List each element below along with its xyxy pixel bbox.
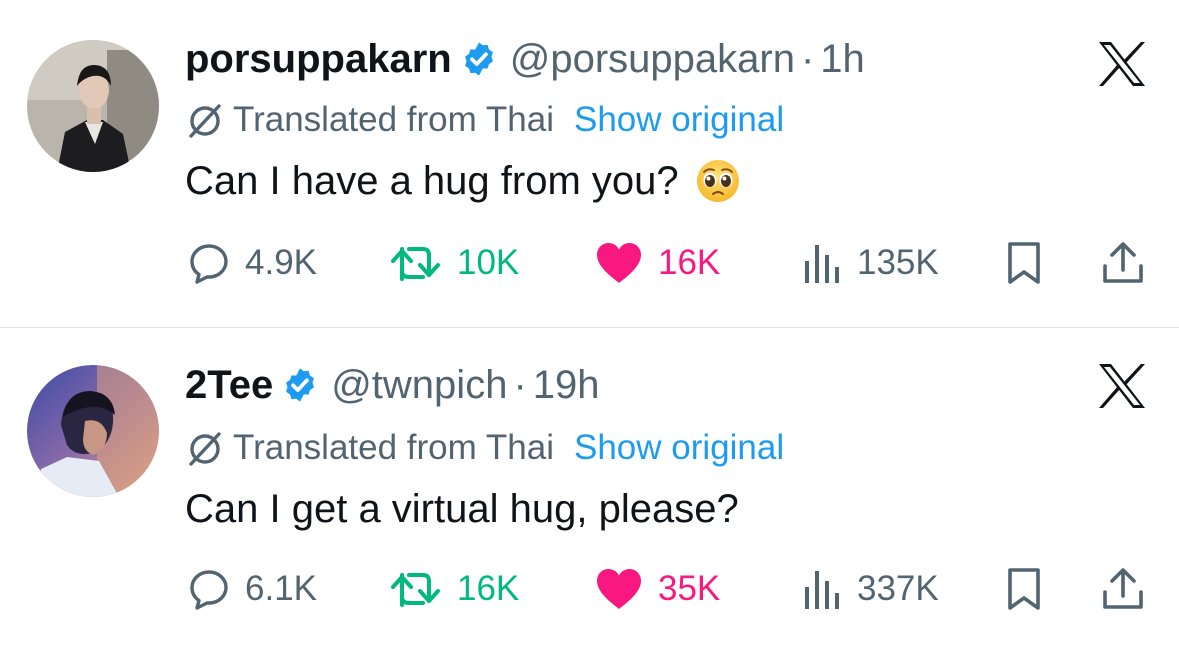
share-button[interactable]	[1100, 564, 1146, 614]
action-bar: 4.9K 10K 16K 135K	[0, 238, 1179, 288]
bookmark-button[interactable]	[1004, 564, 1044, 614]
display-name[interactable]: 2Tee	[185, 363, 273, 408]
timestamp[interactable]: 1h	[820, 37, 865, 82]
tweet-text: Can I have a hug from you?	[185, 154, 741, 208]
user-handle[interactable]: @porsuppakarn	[510, 37, 795, 82]
action-bar: 6.1K 16K 35K 337K	[0, 564, 1179, 614]
tweet-card[interactable]: 2Tee @twnpich · 19h Translated from Thai…	[0, 328, 1179, 645]
repost-icon	[391, 573, 440, 607]
repost-button[interactable]: 16K	[389, 564, 519, 614]
tweet-body: Can I get a virtual hug, please?	[185, 486, 739, 531]
separator-dot: ·	[513, 362, 527, 407]
show-original-link[interactable]: Show original	[574, 100, 784, 140]
like-count: 35K	[658, 569, 721, 608]
timestamp[interactable]: 19h	[533, 363, 600, 408]
views-button[interactable]: 135K	[803, 238, 939, 288]
repost-icon	[391, 247, 440, 281]
avatar[interactable]	[27, 365, 159, 497]
bookmark-icon	[1008, 242, 1040, 284]
reply-count: 4.9K	[245, 243, 317, 282]
heart-icon	[597, 569, 641, 609]
reply-count: 6.1K	[245, 569, 317, 608]
avatar[interactable]	[27, 40, 159, 172]
views-chart-icon	[805, 245, 839, 283]
show-original-link[interactable]: Show original	[574, 428, 784, 468]
verified-badge-icon	[464, 42, 493, 76]
heart-icon	[597, 243, 641, 283]
views-count: 337K	[857, 569, 939, 608]
translation-bar: Translated from Thai Show original	[185, 98, 784, 142]
like-button[interactable]: 35K	[594, 564, 720, 614]
separator-dot: ·	[800, 36, 815, 81]
tweet-header: porsuppakarn @porsuppakarn · 1h	[185, 34, 865, 84]
translation-bar: Translated from Thai Show original	[185, 426, 784, 470]
x-logo-icon[interactable]	[1097, 40, 1147, 88]
translated-label: Translated from Thai	[233, 100, 554, 139]
tweet-body: Can I have a hug from you?	[185, 158, 679, 203]
bookmark-button[interactable]	[1004, 238, 1044, 288]
like-button[interactable]: 16K	[594, 238, 720, 288]
share-button[interactable]	[1100, 238, 1146, 288]
repost-count: 16K	[457, 569, 520, 608]
repost-count: 10K	[457, 243, 520, 282]
repost-button[interactable]: 10K	[389, 238, 519, 288]
tweet-text: Can I get a virtual hug, please?	[185, 482, 739, 536]
x-logo-icon[interactable]	[1097, 362, 1147, 410]
display-name[interactable]: porsuppakarn	[185, 37, 452, 82]
user-handle[interactable]: @twnpich	[331, 363, 507, 408]
translate-off-icon	[189, 104, 221, 138]
reply-icon	[190, 570, 228, 610]
verified-badge-icon	[286, 368, 315, 402]
like-count: 16K	[658, 243, 721, 282]
pleading-face-emoji-icon	[696, 160, 739, 202]
translate-off-icon	[189, 432, 221, 466]
views-count: 135K	[857, 243, 939, 282]
reply-button[interactable]: 4.9K	[187, 238, 317, 288]
views-button[interactable]: 337K	[803, 564, 939, 614]
reply-button[interactable]: 6.1K	[187, 564, 317, 614]
share-icon	[1103, 568, 1143, 609]
reply-icon	[190, 244, 228, 284]
views-chart-icon	[805, 571, 839, 609]
translated-label: Translated from Thai	[233, 428, 554, 467]
share-icon	[1103, 242, 1143, 283]
tweet-card[interactable]: porsuppakarn @porsuppakarn · 1h Translat…	[0, 0, 1179, 327]
tweet-header: 2Tee @twnpich · 19h	[185, 360, 600, 410]
bookmark-icon	[1008, 568, 1040, 610]
